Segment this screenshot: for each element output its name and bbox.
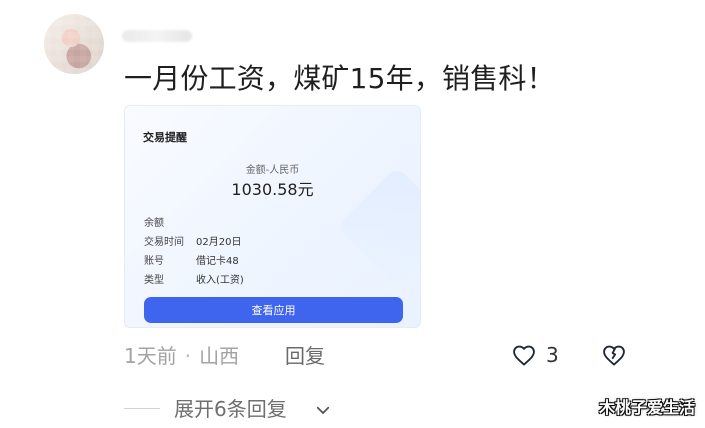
separator-dot: ·: [184, 344, 192, 368]
chevron-down-icon[interactable]: [314, 401, 332, 419]
comment-time: 1天前: [124, 344, 177, 368]
detail-value-time: 02月20日: [196, 237, 242, 248]
like-count: 3: [546, 343, 559, 367]
detail-label-balance: 余额: [144, 218, 164, 229]
heart-outline-icon: [513, 345, 535, 366]
broken-heart-icon[interactable]: [600, 341, 628, 369]
expand-replies[interactable]: 展开6条回复: [174, 395, 287, 423]
comment-text: 一月份工资，煤矿15年，销售科！: [124, 62, 555, 95]
comment-meta: 1天前 · 山西: [124, 342, 239, 370]
avatar[interactable]: [44, 14, 104, 74]
expand-replies-divider: [124, 408, 160, 409]
detail-label-account: 账号: [144, 256, 164, 267]
detail-row-account: 账号 借记卡48: [144, 252, 244, 271]
detail-label-time: 交易时间: [144, 237, 184, 248]
view-app-button[interactable]: 查看应用: [144, 297, 403, 323]
amount-value: 1030.58元: [231, 180, 314, 199]
like-button[interactable]: 3: [510, 339, 559, 371]
amount-label: 金额-人民币: [245, 165, 300, 176]
detail-value-type: 收入(工资): [196, 275, 244, 286]
reply-button[interactable]: 回复: [285, 342, 325, 370]
detail-row-time: 交易时间 02月20日: [144, 233, 244, 252]
detail-row-balance: 余额: [144, 214, 244, 233]
transaction-card[interactable]: 交易提醒 金额-人民币 1030.58元 余额 交易时间 02月20日 账号 借…: [124, 105, 421, 328]
detail-label-type: 类型: [144, 275, 164, 286]
username-redacted: [122, 30, 192, 42]
comment-location: 山西: [199, 344, 240, 368]
watermark: 木桃子爱生活: [598, 398, 695, 417]
card-title: 交易提醒: [143, 131, 187, 144]
detail-value-account: 借记卡48: [196, 256, 239, 267]
transaction-details: 余额 交易时间 02月20日 账号 借记卡48 类型 收入(工资): [144, 214, 244, 290]
detail-row-type: 类型 收入(工资): [144, 271, 244, 290]
